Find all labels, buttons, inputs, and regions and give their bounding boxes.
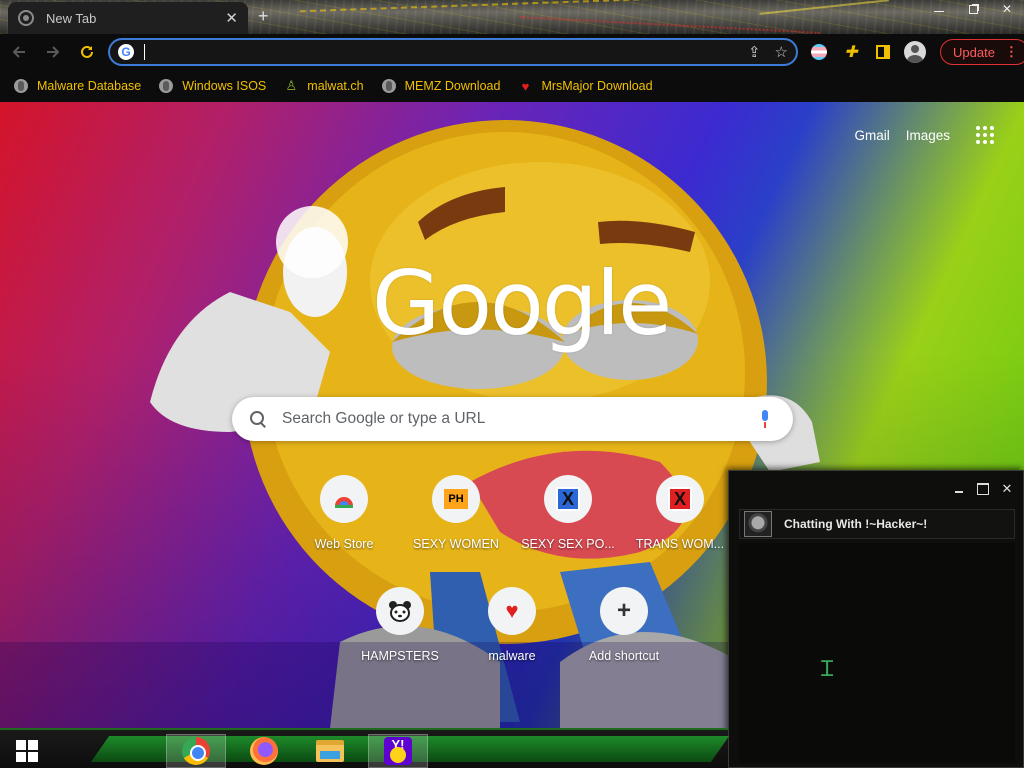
images-link[interactable]: Images	[906, 128, 950, 143]
new-tab-button[interactable]: +	[258, 6, 269, 27]
bookmark-star-icon[interactable]: ☆	[775, 43, 788, 61]
bookmark-malwatch[interactable]: ♙ malwat.ch	[284, 78, 364, 93]
webstore-icon	[320, 475, 368, 523]
chrome-icon	[182, 737, 210, 765]
close-window-button[interactable]: ✕	[990, 0, 1024, 18]
restore-icon	[968, 4, 978, 14]
reload-button[interactable]	[72, 37, 102, 67]
voice-search-mic-icon[interactable]	[759, 410, 771, 428]
ntp-top-links: Gmail Images	[854, 126, 994, 144]
text-caret	[144, 44, 145, 60]
update-label: Update	[953, 44, 995, 60]
shortcut-label: malware	[488, 649, 536, 663]
taskbar-yahoo-messenger[interactable]: Y!	[368, 734, 428, 768]
shortcut-sexy-sex-po[interactable]: X SEXY SEX PO...	[512, 475, 624, 551]
tab-close-icon[interactable]: ✕	[225, 9, 238, 27]
shortcut-web-store[interactable]: Web Store	[288, 475, 400, 551]
extensions-puzzle-icon[interactable]: ✚	[840, 41, 862, 63]
globe-icon	[14, 79, 28, 93]
chat-maximize-button[interactable]	[975, 481, 991, 497]
file-explorer-icon	[316, 740, 344, 762]
back-arrow-icon	[12, 46, 25, 58]
heart-icon: ♥	[521, 78, 530, 94]
shortcut-add[interactable]: + Add shortcut	[568, 587, 680, 663]
update-button[interactable]: Update ⋮	[940, 39, 1024, 65]
shortcut-label: SEXY WOMEN	[413, 537, 499, 551]
browser-toolbar: G ⇪ ☆ ✚ Update ⋮	[0, 34, 1024, 70]
heart-icon: ♥	[505, 598, 519, 623]
taskbar: Y!	[0, 728, 730, 768]
forward-button[interactable]	[38, 37, 68, 67]
chat-header: Chatting With !~Hacker~!	[739, 509, 1015, 539]
forward-arrow-icon	[47, 46, 60, 58]
chat-message-area[interactable]: Ɪ	[739, 543, 1015, 763]
x-red-icon: X	[668, 487, 692, 511]
shortcut-label: TRANS WOM...	[635, 537, 725, 551]
side-panel-icon[interactable]	[872, 41, 894, 63]
text-cursor-icon: Ɪ	[821, 657, 834, 682]
contact-avatar	[744, 511, 772, 537]
title-bar: New Tab ✕ + ✕	[0, 0, 1024, 34]
taskbar-firefox[interactable]	[234, 734, 294, 768]
title-bar-scribble	[759, 0, 891, 31]
chat-minimize-button[interactable]	[951, 481, 967, 497]
windows-start-icon[interactable]	[16, 740, 38, 762]
window-controls: ✕	[922, 0, 1024, 18]
plus-icon: +	[616, 597, 631, 624]
extension-flag-icon[interactable]	[808, 41, 830, 63]
shortcut-label: Web Store	[314, 537, 374, 551]
google-apps-grid-icon[interactable]	[976, 126, 994, 144]
bookmarks-bar: Malware Database Windows ISOS ♙ malwat.c…	[0, 70, 1024, 102]
alien-icon: ♙	[285, 78, 298, 93]
google-g-icon: G	[118, 44, 134, 60]
chat-title: Chatting With !~Hacker~!	[784, 517, 928, 531]
address-bar[interactable]: G ⇪ ☆	[108, 38, 798, 66]
firefox-icon	[250, 737, 278, 765]
shortcut-malware[interactable]: ♥ malware	[456, 587, 568, 663]
shortcut-label: SEXY SEX PO...	[521, 537, 615, 551]
chrome-page-icon	[18, 10, 34, 26]
chat-window-controls: ✕	[951, 481, 1015, 497]
shortcut-trans-wom[interactable]: X TRANS WOM...	[624, 475, 736, 551]
bookmark-label: Windows ISOS	[182, 79, 267, 93]
shortcut-hampsters[interactable]: HAMPSTERS	[344, 587, 456, 663]
search-placeholder: Search Google or type a URL	[282, 410, 486, 427]
tab-new-tab[interactable]: New Tab ✕	[8, 2, 248, 34]
bookmark-malware-database[interactable]: Malware Database	[14, 79, 141, 93]
bookmark-memz-download[interactable]: MEMZ Download	[381, 79, 501, 93]
minimize-button[interactable]	[922, 0, 956, 18]
kebab-menu-icon: ⋮	[1004, 44, 1018, 59]
bookmark-windows-isos[interactable]: Windows ISOS	[159, 79, 266, 93]
bookmark-label: MEMZ Download	[404, 79, 501, 93]
tab-title: New Tab	[46, 10, 97, 26]
yahoo-messenger-icon: Y!	[384, 737, 412, 765]
hamster-icon	[376, 587, 424, 635]
taskbar-file-explorer[interactable]	[300, 734, 360, 768]
globe-icon	[159, 79, 174, 93]
gmail-link[interactable]: Gmail	[854, 128, 889, 143]
bookmark-label: Malware Database	[37, 79, 142, 93]
shortcut-sexy-women[interactable]: PH SEXY WOMEN	[400, 475, 512, 551]
bookmark-label: malwat.ch	[307, 79, 364, 93]
bookmark-mrsmajor-download[interactable]: ♥ MrsMajor Download	[518, 78, 653, 94]
x-blue-icon: X	[556, 487, 580, 511]
profile-avatar-icon[interactable]	[904, 41, 926, 63]
address-input[interactable]	[147, 44, 707, 60]
search-icon	[250, 411, 266, 427]
chat-close-button[interactable]: ✕	[999, 481, 1015, 497]
back-button[interactable]	[4, 37, 34, 67]
restore-button[interactable]	[956, 0, 990, 18]
taskbar-chrome[interactable]	[166, 734, 226, 768]
reload-icon	[81, 45, 93, 58]
shortcut-label: HAMPSTERS	[361, 649, 439, 663]
bookmark-label: MrsMajor Download	[541, 79, 653, 93]
chat-window[interactable]: ✕ Chatting With !~Hacker~! Ɪ	[728, 470, 1024, 768]
share-icon[interactable]: ⇪	[748, 43, 761, 61]
globe-icon	[381, 79, 396, 93]
ph-icon: PH	[444, 489, 468, 509]
minimize-icon	[934, 10, 944, 12]
google-search-box[interactable]: Search Google or type a URL	[232, 397, 793, 441]
shortcut-label: Add shortcut	[588, 649, 660, 663]
google-logo: Google	[372, 252, 672, 355]
